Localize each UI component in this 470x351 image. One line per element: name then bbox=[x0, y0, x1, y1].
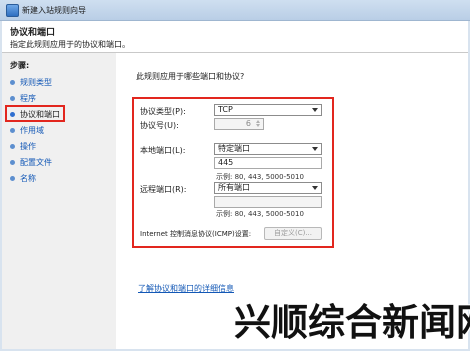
page-description: 指定此规则应用于的协议和端口。 bbox=[10, 40, 130, 49]
step-scope[interactable]: 作用域 bbox=[6, 123, 111, 139]
steps-list: 规则类型 程序 协议和端口 作用域 操作 配置文件 名称 bbox=[6, 75, 111, 187]
step-label: 作用域 bbox=[20, 126, 44, 135]
steps-heading: 步骤: bbox=[10, 61, 30, 70]
window-title: 新建入站规则向导 bbox=[22, 6, 86, 15]
bullet-icon bbox=[10, 128, 15, 133]
bullet-icon bbox=[10, 80, 15, 85]
firewall-app-icon bbox=[6, 4, 19, 17]
settings-highlight-box bbox=[132, 97, 334, 248]
step-name[interactable]: 名称 bbox=[6, 171, 111, 187]
step-label: 操作 bbox=[20, 142, 36, 151]
active-step-highlight bbox=[5, 105, 65, 122]
bullet-icon bbox=[10, 176, 15, 181]
learn-more-link[interactable]: 了解协议和端口的详细信息 bbox=[138, 283, 234, 294]
bullet-icon bbox=[10, 144, 15, 149]
step-label: 配置文件 bbox=[20, 158, 52, 167]
step-label: 规则类型 bbox=[20, 78, 52, 87]
site-watermark: 兴顺综合新闻网 bbox=[234, 301, 470, 344]
wizard-window: 新建入站规则向导 协议和端口 指定此规则应用于的协议和端口。 步骤: 规则类型 … bbox=[0, 0, 470, 351]
title-bar: 新建入站规则向导 bbox=[0, 0, 470, 21]
page-title: 协议和端口 bbox=[10, 28, 56, 38]
step-label: 名称 bbox=[20, 174, 36, 183]
wizard-header: 协议和端口 指定此规则应用于的协议和端口。 bbox=[2, 21, 468, 53]
bullet-icon bbox=[10, 96, 15, 101]
panel-question: 此规则应用于哪些端口和协议? bbox=[136, 72, 245, 81]
step-rule-type[interactable]: 规则类型 bbox=[6, 75, 111, 91]
step-profile[interactable]: 配置文件 bbox=[6, 155, 111, 171]
bullet-icon bbox=[10, 160, 15, 165]
step-label: 程序 bbox=[20, 94, 36, 103]
step-action[interactable]: 操作 bbox=[6, 139, 111, 155]
